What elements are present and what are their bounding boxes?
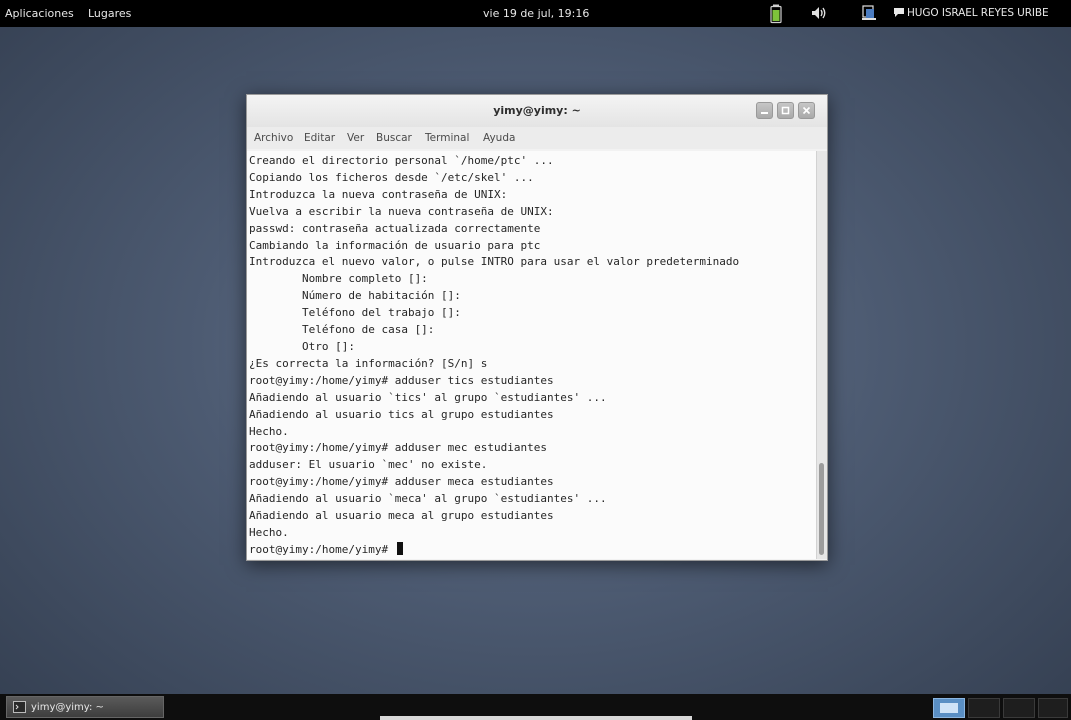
workspace-switcher-1[interactable] bbox=[933, 698, 965, 718]
close-button[interactable] bbox=[798, 102, 815, 119]
workspace-switcher-2[interactable] bbox=[968, 698, 1000, 718]
applications-menu[interactable]: Aplicaciones bbox=[5, 7, 74, 20]
terminal-line: Cambiando la información de usuario para… bbox=[249, 238, 541, 252]
window-titlebar[interactable]: yimy@yimy: ~ bbox=[247, 95, 827, 127]
text-cursor bbox=[396, 541, 403, 555]
terminal-output[interactable]: Creando el directorio personal `/home/pt… bbox=[247, 151, 816, 559]
top-panel: Aplicaciones Lugares vie 19 de jul, 19:1… bbox=[0, 0, 1071, 27]
user-name: HUGO ISRAEL REYES URIBE bbox=[907, 7, 1049, 19]
terminal-line: Añadiendo al usuario tics al grupo estud… bbox=[249, 407, 554, 421]
menu-ver[interactable]: Ver bbox=[347, 132, 364, 144]
terminal-line: Número de habitación []: bbox=[249, 289, 461, 303]
workspace-switcher-3[interactable] bbox=[1003, 698, 1035, 718]
terminal-prompt: root@yimy:/home/yimy# bbox=[249, 542, 395, 556]
user-switch-icon[interactable] bbox=[860, 4, 878, 22]
terminal-line: ¿Es correcta la información? [S/n] s bbox=[249, 356, 488, 370]
close-icon bbox=[802, 106, 811, 115]
terminal-line: Introduzca el nuevo valor, o pulse INTRO… bbox=[249, 255, 740, 269]
terminal-line: Añadiendo al usuario meca al grupo estud… bbox=[249, 509, 554, 523]
terminal-line: Teléfono del trabajo []: bbox=[249, 306, 461, 320]
terminal-scrollbar[interactable] bbox=[816, 151, 827, 559]
terminal-line: root@yimy:/home/yimy# adduser tics estud… bbox=[249, 373, 554, 387]
battery-icon[interactable] bbox=[767, 4, 785, 24]
taskbar-window-label: yimy@yimy: ~ bbox=[31, 702, 104, 713]
workspace-switcher-4[interactable] bbox=[1038, 698, 1068, 718]
menu-archivo[interactable]: Archivo bbox=[254, 132, 293, 144]
menu-editar[interactable]: Editar bbox=[304, 132, 335, 144]
menu-buscar[interactable]: Buscar bbox=[376, 132, 412, 144]
scrollbar-thumb[interactable] bbox=[819, 463, 824, 555]
volume-icon[interactable] bbox=[810, 4, 828, 22]
terminal-line: Añadiendo al usuario `meca' al grupo `es… bbox=[249, 492, 607, 506]
terminal-window[interactable]: yimy@yimy: ~ Archivo Editar Ver Buscar T… bbox=[246, 94, 828, 561]
terminal-line: Añadiendo al usuario `tics' al grupo `es… bbox=[249, 390, 607, 404]
taskbar-window-button[interactable]: yimy@yimy: ~ bbox=[6, 696, 164, 718]
terminal-line: adduser: El usuario `mec' no existe. bbox=[249, 458, 488, 472]
clock[interactable]: vie 19 de jul, 19:16 bbox=[483, 7, 589, 20]
terminal-line: Hecho. bbox=[249, 525, 289, 539]
chat-icon bbox=[894, 8, 904, 17]
terminal-line: root@yimy:/home/yimy# adduser meca estud… bbox=[249, 475, 554, 489]
terminal-icon bbox=[13, 701, 26, 716]
workspace-window-thumbnail bbox=[940, 703, 958, 713]
terminal-line: Vuelva a escribir la nueva contraseña de… bbox=[249, 204, 554, 218]
menubar: Archivo Editar Ver Buscar Terminal Ayuda bbox=[247, 127, 827, 149]
terminal-line: Otro []: bbox=[249, 339, 355, 353]
terminal-text: Creando el directorio personal `/home/pt… bbox=[249, 153, 739, 559]
terminal-line: Nombre completo []: bbox=[249, 272, 428, 286]
terminal-line: Creando el directorio personal `/home/pt… bbox=[249, 154, 554, 167]
terminal-line: root@yimy:/home/yimy# adduser mec estudi… bbox=[249, 441, 548, 455]
minimize-button[interactable] bbox=[756, 102, 773, 119]
maximize-button[interactable] bbox=[777, 102, 794, 119]
terminal-line: Hecho. bbox=[249, 424, 289, 438]
terminal-line: Copiando los ficheros desde `/etc/skel' … bbox=[249, 170, 534, 184]
video-progress-strip bbox=[380, 716, 692, 720]
window-title: yimy@yimy: ~ bbox=[493, 104, 581, 117]
terminal-line: passwd: contraseña actualizada correctam… bbox=[249, 221, 541, 235]
minimize-icon bbox=[761, 112, 768, 114]
menu-terminal[interactable]: Terminal bbox=[425, 132, 469, 144]
terminal-line: Teléfono de casa []: bbox=[249, 323, 435, 337]
maximize-icon bbox=[781, 106, 790, 115]
menu-ayuda[interactable]: Ayuda bbox=[483, 132, 515, 144]
user-menu[interactable]: HUGO ISRAEL REYES URIBE bbox=[894, 7, 1049, 19]
places-menu[interactable]: Lugares bbox=[88, 7, 131, 20]
terminal-line: Introduzca la nueva contraseña de UNIX: bbox=[249, 187, 508, 201]
